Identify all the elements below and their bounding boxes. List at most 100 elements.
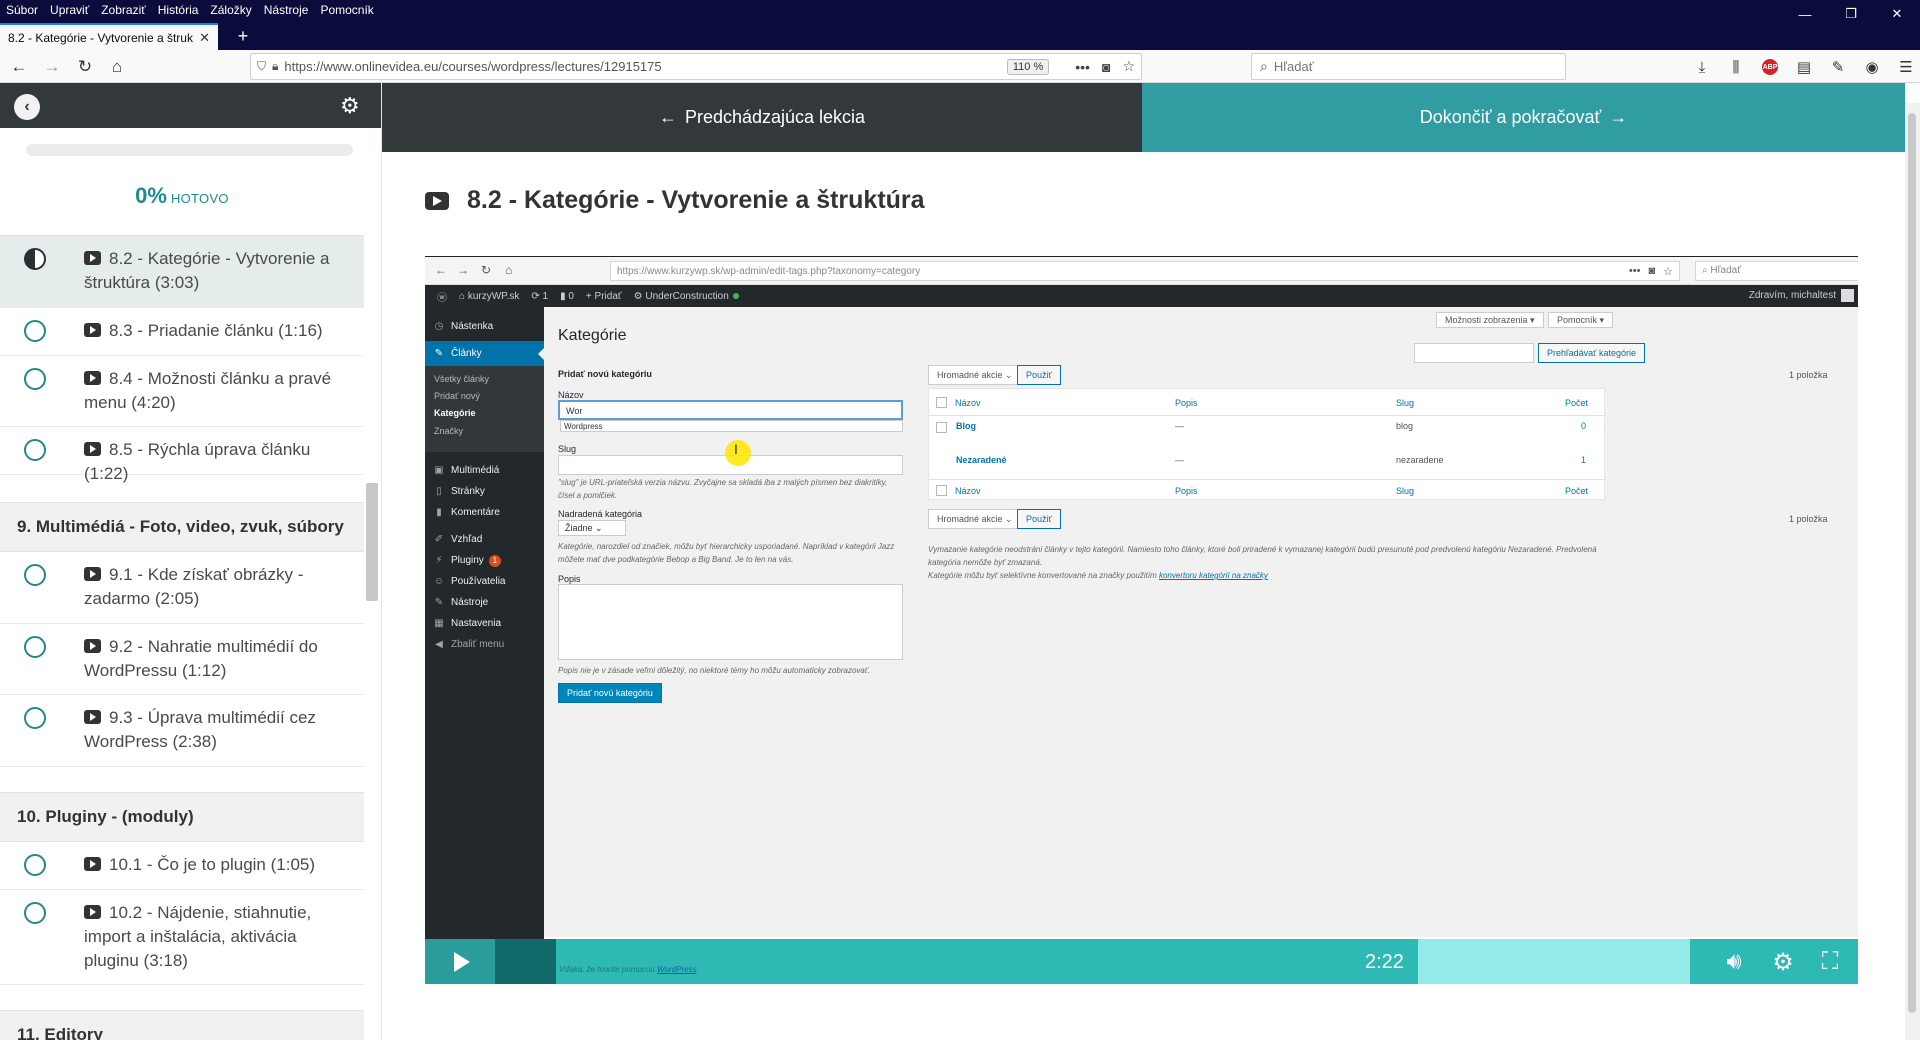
lesson-item[interactable]: 8.3 - Priadanie článku (1:16) <box>0 308 364 356</box>
lecture-navigation: ← Predchádzajúca lekcia Dokončiť a pokra… <box>382 83 1905 152</box>
forward-icon[interactable]: → <box>39 54 65 80</box>
not-started-icon <box>24 564 46 586</box>
lesson-label: 9.2 - Nahratie multimédií do WordPressu … <box>84 637 318 680</box>
section-header[interactable]: 10. Pluginy - (moduly) <box>0 792 364 842</box>
wp-desc-textarea <box>558 584 903 660</box>
menu-help[interactable]: Pomocník <box>320 3 373 17</box>
previous-lecture-button[interactable]: ← Predchádzajúca lekcia <box>382 83 1142 152</box>
wp-menu-label: Nástenka <box>451 321 494 332</box>
section-header[interactable]: 9. Multimédiá - Foto, video, zvuk, súbor… <box>0 502 364 552</box>
video-player[interactable]: ← → ↻ ⌂ https://www.kurzywp.sk/wp-admin/… <box>425 256 1858 984</box>
wp-comments-icon: ▮ 0 <box>560 290 574 302</box>
back-to-course-icon[interactable]: ‹ <box>14 94 40 120</box>
menu-tools[interactable]: Nástroje <box>264 3 309 17</box>
wp-col-name: Názov <box>955 398 981 408</box>
tab-strip: 8.2 - Kategórie - Vytvorenie a štrukt ✕ … <box>0 20 1920 50</box>
not-started-icon <box>24 368 46 390</box>
lesson-item[interactable]: 8.2 - Kategórie - Vytvorenie a štruktúra… <box>0 236 364 308</box>
menu-bookmarks[interactable]: Záložky <box>210 3 251 17</box>
reload-icon[interactable]: ↻ <box>72 54 98 80</box>
not-started-icon <box>24 854 46 876</box>
wp-name-input: Wor <box>558 400 903 420</box>
downloads-icon[interactable]: ⤓ <box>1685 54 1719 80</box>
wp-count-top: 1 položka <box>1789 370 1828 380</box>
scrollbar-thumb[interactable] <box>1908 113 1916 1013</box>
lesson-item[interactable]: 9.1 - Kde získať obrázky - zadarmo (2:05… <box>0 552 364 624</box>
wp-delete-note: Vymazanie kategórie neodstráni články v … <box>928 545 1597 567</box>
lecture-title: 8.2 - Kategórie - Vytvorenie a štruktúra <box>425 186 925 215</box>
account-icon[interactable]: ◉ <box>1855 54 1889 80</box>
plugins-icon: ⚡ <box>435 555 443 566</box>
volume-icon[interactable]: 🔊︎ <box>1706 939 1762 984</box>
close-tab-icon[interactable]: ✕ <box>199 30 210 46</box>
complete-continue-button[interactable]: Dokončiť a pokračovať → <box>1142 83 1905 152</box>
played-progress[interactable] <box>495 939 556 984</box>
menu-view[interactable]: Zobraziť <box>101 3 146 17</box>
shield-icon[interactable]: ⛉ <box>257 59 266 74</box>
sidebar-header: ‹ ⚙ <box>0 83 381 128</box>
browser-search-input[interactable]: ⌕ Hľadať <box>1251 53 1566 80</box>
lesson-item[interactable]: 10.1 - Čo je to plugin (1:05) <box>0 842 364 890</box>
video-icon <box>84 567 101 581</box>
menu-file[interactable]: Súbor <box>6 3 38 17</box>
library-icon[interactable]: ⫼ <box>1719 54 1753 80</box>
in-progress-icon <box>24 248 46 270</box>
video-pocket-icon: ◙ <box>1648 265 1656 277</box>
not-started-icon <box>24 320 46 342</box>
page-actions-icon[interactable]: ••• <box>1075 59 1090 75</box>
url-text[interactable]: https://www.onlinevidea.eu/courses/wordp… <box>284 59 1006 74</box>
lesson-item[interactable]: 8.5 - Rýchla úprava článku (1:22) <box>0 427 364 483</box>
sidebar-scrollbar[interactable] <box>366 483 378 601</box>
section-header[interactable]: 11. Editory <box>0 1010 364 1040</box>
wp-select-all-checkbox-bottom <box>936 485 947 496</box>
lesson-label: 10.2 - Nájdenie, stiahnutie, import a in… <box>84 903 312 970</box>
bookmark-star-icon[interactable]: ☆ <box>1122 58 1135 75</box>
url-bar[interactable]: ⛉ 🔒︎ https://www.onlinevidea.eu/courses/… <box>250 53 1142 80</box>
lesson-label: 8.4 - Možnosti článku a pravé menu (4:20… <box>84 369 332 412</box>
lock-icon[interactable]: 🔒︎ <box>272 59 278 74</box>
chevron-down-icon: ⌄ <box>1005 513 1013 524</box>
video-timecode: 2:22 <box>1365 951 1404 973</box>
wp-row-slug: nezaradene <box>1396 455 1444 465</box>
eyedropper-icon[interactable]: ✎ <box>1821 54 1855 80</box>
wp-desc-help: Popis nie je v zásade veľmi dôležitý, no… <box>558 666 870 675</box>
progress-label: HOTOVO <box>170 191 229 206</box>
wp-parent-label: Nadradená kategória <box>558 509 643 519</box>
wp-row-count: 0 <box>1581 421 1587 431</box>
wp-menu-label: Pluginy <box>451 555 484 566</box>
wp-greeting: Zdravím, michaltest <box>1748 290 1836 301</box>
adblock-icon[interactable]: ABP <box>1762 59 1778 75</box>
wp-menu-label: Stránky <box>451 486 485 497</box>
wp-autocomplete: Wordpress <box>560 420 903 432</box>
browser-tab[interactable]: 8.2 - Kategórie - Vytvorenie a štrukt ✕ <box>0 23 218 50</box>
wp-new-label: Pridať <box>594 290 622 302</box>
fullscreen-icon[interactable]: ⛶ <box>1802 939 1858 984</box>
lesson-label: 8.3 - Priadanie článku (1:16) <box>109 321 323 340</box>
zoom-level[interactable]: 110 % <box>1006 58 1050 75</box>
wp-footer-text: Vďaka, že tvoríte pomocou <box>559 965 655 974</box>
menu-edit[interactable]: Upraviť <box>50 3 89 17</box>
lesson-item[interactable]: 9.3 - Úprava multimédií cez WordPress (2… <box>0 695 364 767</box>
sidebar-toggle-icon[interactable]: ▤ <box>1787 54 1821 80</box>
menu-history[interactable]: História <box>158 3 199 17</box>
complete-continue-label: Dokončiť a pokračovať <box>1419 107 1602 127</box>
wp-home-icon: ⌂ kurzyWP.sk <box>459 290 520 302</box>
back-icon[interactable]: ← <box>6 54 32 80</box>
wp-row-checkbox <box>936 422 947 433</box>
lesson-item[interactable]: 8.4 - Možnosti článku a pravé menu (4:20… <box>0 356 364 427</box>
wp-updates-icon: ⟳ 1 <box>531 290 549 302</box>
home-icon[interactable]: ⌂ <box>104 54 130 80</box>
play-button[interactable] <box>425 939 495 984</box>
hamburger-menu-icon[interactable]: ☰ <box>1889 54 1920 80</box>
gear-icon[interactable]: ⚙ <box>340 93 360 119</box>
lesson-item[interactable]: 9.2 - Nahratie multimédií do WordPressu … <box>0 624 364 695</box>
wp-menu-label: Články <box>451 348 482 359</box>
new-tab-icon[interactable]: + <box>230 23 256 50</box>
page-scrollbar[interactable] <box>1905 103 1920 1040</box>
wp-sub-new: Pridať nový <box>434 391 480 401</box>
video-control-bar: Vďaka, že tvoríte pomocou WordPress 2:22… <box>425 939 1858 984</box>
buffered-progress[interactable] <box>1418 939 1690 984</box>
tools-icon: ✎ <box>434 597 444 608</box>
pocket-icon[interactable]: ◙ <box>1102 59 1110 75</box>
lesson-item[interactable]: 10.2 - Nájdenie, stiahnutie, import a in… <box>0 890 364 985</box>
